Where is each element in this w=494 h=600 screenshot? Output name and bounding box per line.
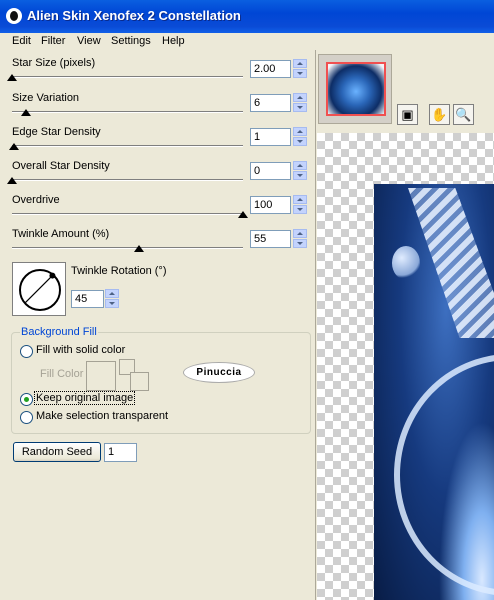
background-fill-title: Background Fill (20, 326, 98, 338)
panel-divider (315, 50, 316, 600)
overdrive-slider-track[interactable] (12, 213, 243, 215)
menu-edit[interactable]: Edit (12, 35, 31, 47)
twinkle-rotation-input[interactable]: 45 (71, 290, 104, 308)
zoom-icon[interactable]: 🔍 (453, 104, 474, 125)
overall-star-density-slider-track[interactable] (12, 179, 243, 181)
edge-star-density-slider-track[interactable] (12, 145, 243, 147)
preview-orb (392, 246, 420, 280)
spin-down-icon[interactable] (293, 171, 307, 180)
star-size-slider-track[interactable] (12, 76, 243, 78)
preview-navigator[interactable] (318, 54, 392, 124)
twinkle-amount-spinner[interactable] (293, 229, 307, 249)
twinkle-rotation-dial[interactable] (12, 262, 66, 316)
spin-up-icon[interactable] (105, 289, 119, 298)
keep-original-image-radio[interactable] (20, 393, 33, 406)
size-variation-label: Size Variation (12, 92, 80, 104)
spin-down-icon[interactable] (105, 299, 119, 308)
size-variation-slider-thumb[interactable] (20, 109, 31, 116)
overdrive-input[interactable]: 100 (250, 196, 291, 214)
fill-color-swatch[interactable] (86, 361, 116, 391)
window-title: Alien Skin Xenofex 2 Constellation (27, 8, 241, 23)
random-seed-button[interactable]: Random Seed (13, 442, 101, 462)
star-size-label: Star Size (pixels) (12, 57, 96, 69)
overall-star-density-spinner[interactable] (293, 161, 307, 181)
star-size-input[interactable]: 2.00 (250, 60, 291, 78)
menu-help[interactable]: Help (162, 35, 185, 47)
fill-solid-color-radio[interactable] (20, 345, 33, 358)
overdrive-spinner[interactable] (293, 195, 307, 215)
spin-up-icon[interactable] (293, 59, 307, 68)
twinkle-amount-slider-thumb[interactable] (134, 245, 145, 252)
spin-up-icon[interactable] (293, 229, 307, 238)
twinkle-rotation-label: Twinkle Rotation (°) (71, 265, 167, 277)
app-icon (6, 8, 22, 24)
twinkle-amount-input[interactable]: 55 (250, 230, 291, 248)
title-bar: Alien Skin Xenofex 2 Constellation (0, 0, 494, 33)
overall-star-density-label: Overall Star Density (12, 160, 110, 172)
twinkle-rotation-spinner[interactable] (105, 289, 119, 309)
preview-image[interactable] (374, 184, 494, 600)
random-seed-input[interactable]: 1 (104, 443, 137, 462)
menu-bar: Edit Filter View Settings Help (0, 33, 494, 50)
overall-star-density-slider-thumb[interactable] (7, 177, 17, 184)
spin-up-icon[interactable] (293, 93, 307, 102)
edge-star-density-label: Edge Star Density (12, 126, 101, 138)
menu-settings[interactable]: Settings (111, 35, 151, 47)
preview-navigator-icon[interactable]: ▣ (397, 104, 418, 125)
preview-ring (394, 354, 494, 596)
spin-down-icon[interactable] (293, 205, 307, 214)
twinkle-amount-slider-track[interactable] (12, 247, 243, 249)
keep-original-image-label[interactable]: Keep original image (33, 391, 136, 405)
fill-solid-color-label[interactable]: Fill with solid color (36, 344, 125, 356)
preview-staircase (408, 188, 494, 338)
edge-star-density-input[interactable]: 1 (250, 128, 291, 146)
spin-down-icon[interactable] (293, 69, 307, 78)
spin-up-icon[interactable] (293, 161, 307, 170)
edge-star-density-spinner[interactable] (293, 127, 307, 147)
size-variation-spinner[interactable] (293, 93, 307, 113)
spin-up-icon[interactable] (293, 127, 307, 136)
overall-star-density-input[interactable]: 0 (250, 162, 291, 180)
fill-color-swatch-front (130, 372, 149, 391)
spin-down-icon[interactable] (293, 103, 307, 112)
spin-down-icon[interactable] (293, 239, 307, 248)
star-size-slider-thumb[interactable] (7, 74, 17, 81)
overdrive-slider-thumb[interactable] (238, 211, 248, 218)
dial-pointer-icon (25, 272, 56, 303)
make-selection-transparent-radio[interactable] (20, 411, 33, 424)
edge-star-density-slider-thumb[interactable] (9, 143, 20, 150)
hand-icon[interactable]: ✋ (429, 104, 450, 125)
menu-view[interactable]: View (77, 35, 101, 47)
spin-up-icon[interactable] (293, 195, 307, 204)
twinkle-amount-label: Twinkle Amount (%) (12, 228, 110, 240)
overdrive-label: Overdrive (12, 194, 60, 206)
spin-down-icon[interactable] (293, 137, 307, 146)
size-variation-slider-track[interactable] (12, 111, 243, 113)
star-size-spinner[interactable] (293, 59, 307, 79)
navigator-thumbnail[interactable] (326, 62, 386, 116)
fill-color-label: Fill Color (40, 368, 84, 380)
menu-filter[interactable]: Filter (41, 35, 65, 47)
size-variation-input[interactable]: 6 (250, 94, 291, 112)
watermark-badge: Pinuccia (183, 362, 255, 383)
make-selection-transparent-label[interactable]: Make selection transparent (36, 410, 168, 422)
